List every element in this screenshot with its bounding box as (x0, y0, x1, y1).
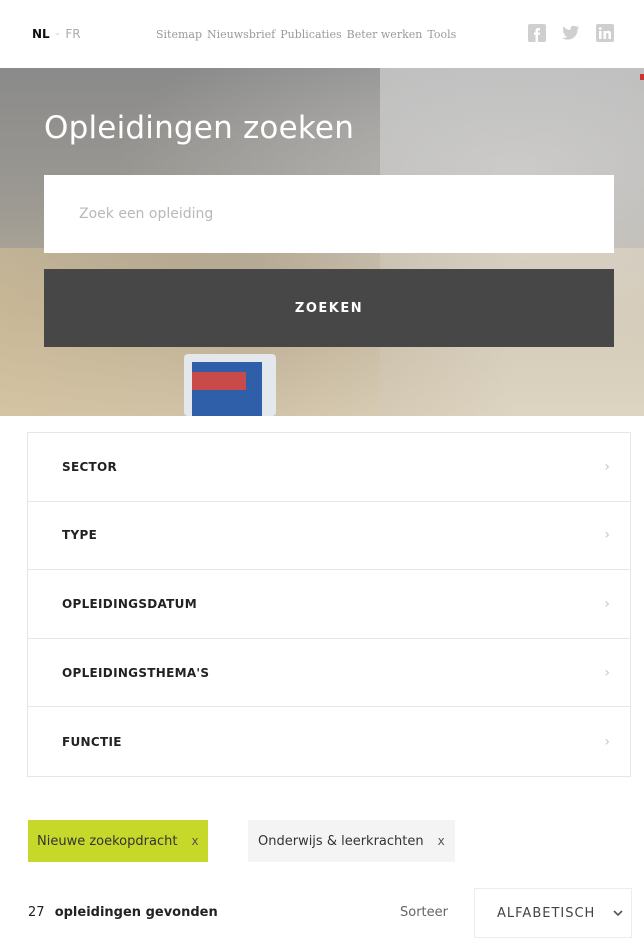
sort-select[interactable]: ALFABETISCH (474, 888, 632, 938)
lang-separator: - (55, 28, 60, 40)
filter-opleidingsthemas[interactable]: OPLEIDINGSTHEMA'S › (28, 639, 630, 708)
new-search-tag[interactable]: Nieuwe zoekopdracht x (28, 820, 208, 862)
close-icon[interactable]: x (438, 834, 445, 848)
top-nav: Sitemap Nieuwsbrief Publicaties Beter we… (156, 28, 456, 41)
filter-list: SECTOR › TYPE › OPLEIDINGSDATUM › OPLEID… (27, 432, 631, 777)
filter-sector[interactable]: SECTOR › (28, 433, 630, 502)
social-links (528, 24, 614, 42)
chevron-down-icon (613, 906, 623, 920)
search-button[interactable]: ZOEKEN (44, 269, 614, 347)
chevron-right-icon: › (604, 733, 610, 750)
device-display (192, 372, 246, 390)
filter-type[interactable]: TYPE › (28, 502, 630, 571)
facebook-icon[interactable] (528, 24, 546, 42)
linkedin-icon[interactable] (596, 24, 614, 42)
chevron-right-icon: › (604, 458, 610, 475)
filter-label: FUNCTIE (62, 734, 122, 749)
lang-fr[interactable]: FR (65, 27, 80, 41)
results-label: opleidingen gevonden (54, 905, 218, 920)
language-switcher: NL - FR (32, 27, 81, 41)
top-bar: NL - FR Sitemap Nieuwsbrief Publicaties … (0, 0, 644, 68)
chevron-right-icon: › (604, 595, 610, 612)
sort-label: Sorteer (400, 905, 448, 920)
page-title: Opleidingen zoeken (44, 110, 355, 146)
twitter-icon[interactable] (562, 24, 580, 42)
results-count: 27 (28, 905, 45, 920)
nav-tools[interactable]: Tools (427, 28, 456, 41)
active-filter-tag[interactable]: Onderwijs & leerkrachten x (248, 820, 455, 862)
nav-publicaties[interactable]: Publicaties (280, 28, 341, 41)
hero-image-device (184, 354, 276, 416)
nav-nieuwsbrief[interactable]: Nieuwsbrief (207, 28, 275, 41)
lang-nl[interactable]: NL (32, 27, 50, 41)
new-search-label: Nieuwe zoekopdracht (37, 833, 178, 849)
hero-corner-mark (640, 74, 644, 80)
close-icon[interactable]: x (191, 834, 198, 848)
filter-label: TYPE (62, 528, 98, 543)
filter-opleidingsdatum[interactable]: OPLEIDINGSDATUM › (28, 570, 630, 639)
filter-label: OPLEIDINGSDATUM (62, 596, 197, 611)
results-summary: 27 opleidingen gevonden (28, 905, 218, 920)
chevron-right-icon: › (604, 527, 610, 544)
nav-beter-werken[interactable]: Beter werken (347, 28, 423, 41)
search-input[interactable] (44, 175, 614, 253)
hero-search: Opleidingen zoeken ZOEKEN (0, 68, 644, 416)
chevron-right-icon: › (604, 664, 610, 681)
sort-value: ALFABETISCH (497, 905, 596, 921)
filter-label: OPLEIDINGSTHEMA'S (62, 665, 210, 680)
filter-label: SECTOR (62, 459, 118, 474)
nav-sitemap[interactable]: Sitemap (156, 28, 202, 41)
active-filter-label: Onderwijs & leerkrachten (258, 833, 424, 849)
filter-functie[interactable]: FUNCTIE › (28, 707, 630, 776)
